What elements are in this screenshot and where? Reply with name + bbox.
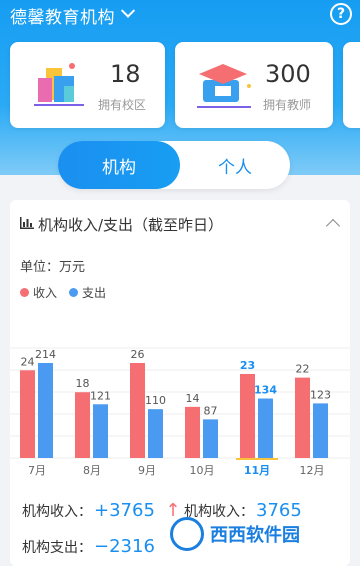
data-label: 87 — [204, 404, 218, 417]
income-value: +3765 — [94, 500, 155, 521]
data-label: 22 — [296, 363, 310, 376]
x-tick-label: 8月 — [83, 464, 101, 477]
bar-支出-12月[interactable] — [313, 403, 328, 458]
legend-dot-expense — [69, 288, 79, 297]
data-label: 123 — [310, 388, 331, 401]
campus-illustration-icon — [34, 63, 84, 106]
bar-收入-9月[interactable] — [130, 363, 145, 458]
income-label: 机构收入： — [22, 504, 92, 520]
legend-dot-income — [20, 288, 29, 297]
campus-count: 18 — [110, 60, 141, 88]
watermark: 西西软件园 — [170, 514, 300, 554]
bar-支出-7月[interactable] — [38, 363, 53, 458]
campus-label: 拥有校区 — [98, 98, 147, 112]
summary-income: 机构收入： +3765 ↑ — [22, 500, 180, 521]
expense-value: −2316 — [94, 536, 155, 557]
data-label: 121 — [90, 389, 111, 402]
data-label: 24 — [21, 355, 35, 368]
legend-income-label[interactable]: 收入 — [33, 284, 57, 301]
data-label: 214 — [35, 348, 56, 361]
data-label: 18 — [76, 377, 90, 390]
bar-chart-icon — [20, 217, 34, 229]
top-bar: 德馨教育机构 ? — [0, 0, 360, 30]
x-tick-label: 7月 — [28, 464, 46, 477]
bar-收入-10月[interactable] — [185, 406, 200, 458]
watermark-logo-icon — [170, 517, 204, 551]
data-label: 14 — [186, 392, 200, 405]
stat-card-campuses[interactable]: 18 拥有校区 — [10, 42, 165, 128]
data-label: 110 — [145, 394, 166, 407]
help-icon[interactable]: ? — [330, 3, 352, 25]
scope-toggle: 机构 个人 — [58, 141, 290, 189]
chart-legend: 收入 支出 — [20, 284, 106, 301]
org-selector[interactable]: 德馨教育机构 — [10, 3, 115, 28]
bar-支出-9月[interactable] — [148, 409, 163, 458]
bar-收入-12月[interactable] — [295, 377, 310, 458]
unit-label: 单位：万元 — [20, 260, 86, 275]
x-tick-label: 11月 — [244, 464, 270, 477]
summary-expense: 机构支出： −2316 — [22, 536, 155, 557]
x-tick-label: 10月 — [190, 464, 215, 477]
teacher-count: 300 — [265, 60, 311, 88]
data-label: 23 — [240, 359, 255, 372]
x-tick-label: 12月 — [300, 464, 325, 477]
card-title: 机构收入/支出（截至昨日） — [38, 216, 224, 234]
chevron-down-icon[interactable] — [120, 3, 136, 18]
stat-card-teachers[interactable]: 300 拥有教师 — [175, 42, 333, 128]
bar-支出-11月[interactable] — [258, 398, 273, 458]
data-label: 26 — [131, 348, 145, 361]
bar-收入-11月[interactable] — [240, 373, 255, 458]
x-tick-label: 9月 — [138, 464, 156, 477]
bar-chart: 242147月181218月261109月148710月2313411月2212… — [10, 347, 350, 477]
tab-org[interactable]: 机构 — [58, 141, 180, 189]
bar-收入-8月[interactable] — [75, 392, 90, 458]
stat-card-partial[interactable] — [343, 42, 360, 128]
collapse-icon[interactable] — [325, 218, 341, 234]
expense-label: 机构支出： — [22, 540, 92, 556]
legend-expense-label[interactable]: 支出 — [82, 284, 106, 301]
bar-支出-10月[interactable] — [203, 419, 218, 458]
data-label: 134 — [254, 384, 277, 397]
graduation-cap-icon — [197, 64, 251, 108]
tab-personal[interactable]: 个人 — [180, 141, 290, 189]
bar-收入-7月[interactable] — [20, 370, 35, 458]
bar-支出-8月[interactable] — [93, 404, 108, 458]
teacher-label: 拥有教师 — [263, 98, 312, 112]
watermark-text: 西西软件园 — [210, 525, 300, 546]
